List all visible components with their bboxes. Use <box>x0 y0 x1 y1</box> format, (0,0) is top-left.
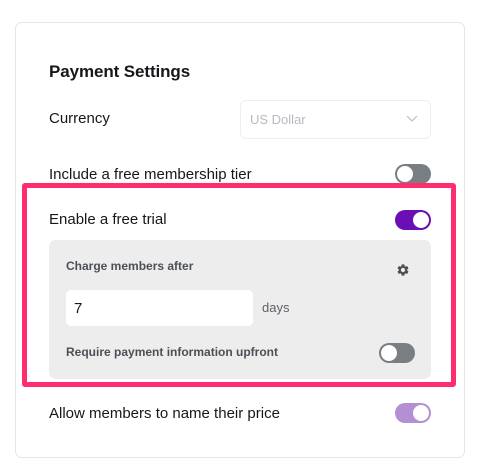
gear-icon[interactable] <box>396 263 410 277</box>
name-price-label: Allow members to name their price <box>49 405 280 422</box>
require-payment-label: Require payment information upfront <box>66 345 279 359</box>
chevron-down-icon <box>406 115 418 122</box>
toggle-knob <box>397 166 413 182</box>
currency-select[interactable]: US Dollar <box>240 100 431 139</box>
trial-days-unit: days <box>262 300 290 315</box>
require-payment-toggle[interactable] <box>379 343 415 363</box>
free-trial-toggle[interactable] <box>395 210 431 230</box>
toggle-knob <box>381 345 397 361</box>
free-tier-label: Include a free membership tier <box>49 166 252 183</box>
toggle-knob <box>413 212 429 228</box>
trial-days-input[interactable] <box>66 290 253 326</box>
section-title: Payment Settings <box>49 62 191 81</box>
free-tier-toggle[interactable] <box>395 164 431 184</box>
currency-label: Currency <box>49 110 110 127</box>
name-price-toggle[interactable] <box>395 403 431 423</box>
charge-after-label: Charge members after <box>66 259 194 273</box>
free-trial-label: Enable a free trial <box>49 211 167 228</box>
currency-select-value: US Dollar <box>250 112 306 127</box>
toggle-knob <box>413 405 429 421</box>
